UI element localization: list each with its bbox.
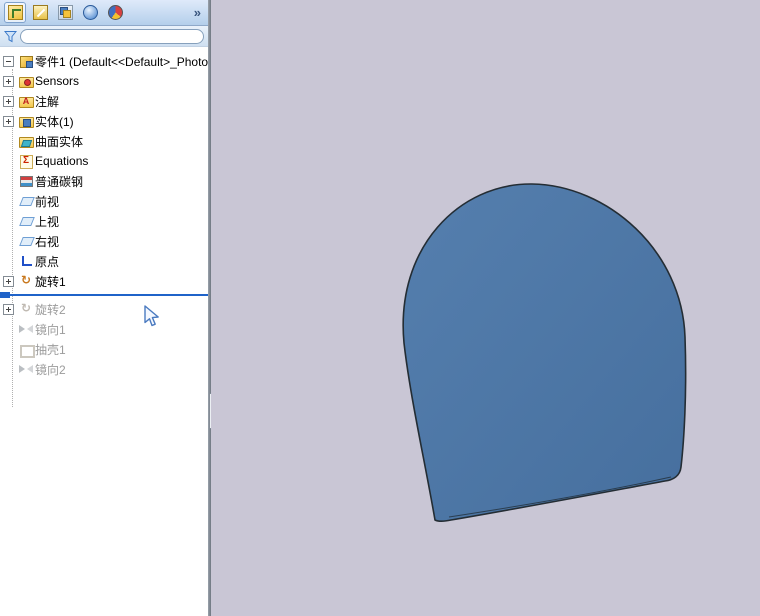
equations-icon — [18, 153, 34, 169]
expand-toggle[interactable] — [3, 75, 14, 87]
tree-item-label: 旋转2 — [35, 302, 66, 317]
shell-icon — [18, 341, 35, 358]
tree-item-label: 抽壳1 — [35, 342, 66, 357]
tree-item-label: 上视 — [35, 214, 60, 229]
feature-tree-icon — [7, 5, 23, 20]
tree-item-label: Sensors — [35, 74, 80, 88]
mirror-icon — [18, 321, 34, 337]
expand-toggle[interactable] — [3, 115, 14, 127]
tree-item-revolve[interactable]: 旋转1 — [0, 271, 208, 291]
part-icon — [18, 53, 34, 69]
tree-item-plane[interactable]: 右视 — [0, 231, 208, 251]
tree-item-origin[interactable]: 原点 — [0, 251, 208, 271]
tree-item-label: 镜向2 — [35, 362, 66, 377]
display-manager-pie-icon — [107, 5, 123, 20]
solidworks-window: » 零件1 (Default<<Default>_Photo Sensors 注解… — [0, 0, 760, 616]
tab-displaymanager[interactable] — [104, 2, 126, 23]
expand-toggle[interactable] — [3, 275, 14, 287]
plane-icon — [18, 233, 34, 249]
tree-item-label: 镜向1 — [35, 322, 66, 337]
tab-featuremanager-design-tree[interactable] — [4, 2, 26, 23]
graphics-viewport[interactable] — [211, 0, 760, 616]
manager-tab-bar: » — [0, 0, 208, 26]
configuration-manager-icon — [57, 5, 73, 20]
tree-item-surface-bodies[interactable]: 曲面实体 — [0, 131, 208, 151]
expand-toggle[interactable] — [3, 95, 14, 107]
tree-item-equations[interactable]: Equations — [0, 151, 208, 171]
tree-item-label: 注解 — [35, 94, 60, 109]
collapse-toggle[interactable] — [3, 55, 14, 67]
mirror-icon — [18, 361, 34, 377]
filter-funnel-icon — [4, 30, 17, 42]
revolve-icon — [18, 301, 34, 317]
tree-item-plane[interactable]: 上视 — [0, 211, 208, 231]
annotations-icon — [18, 93, 34, 109]
tree-item-label: 前视 — [35, 194, 60, 209]
tree-item-label: 实体(1) — [35, 114, 74, 129]
tab-configurationmanager[interactable] — [54, 2, 76, 23]
rollback-bar[interactable] — [0, 292, 208, 298]
tree-item-plane[interactable]: 前视 — [0, 191, 208, 211]
tree-item-label: 旋转1 — [35, 274, 66, 289]
revolve-icon — [18, 273, 34, 289]
dimxpert-manager-icon — [82, 5, 98, 20]
feature-manager-panel: » 零件1 (Default<<Default>_Photo Sensors 注解… — [0, 0, 208, 616]
tree-item-material[interactable]: 普通碳钢 — [0, 171, 208, 191]
tree-root-part[interactable]: 零件1 (Default<<Default>_Photo — [0, 51, 208, 71]
feature-tree-items: Sensors 注解实体(1) 曲面实体 Equations 普通碳钢前视上视右视原点旋… — [0, 71, 208, 379]
tree-item-label: 普通碳钢 — [35, 174, 84, 189]
model-canvas[interactable] — [211, 0, 760, 616]
sensors-icon — [18, 73, 34, 89]
feature-tree: 零件1 (Default<<Default>_Photo Sensors 注解实体… — [0, 47, 208, 407]
tree-filter-input[interactable] — [20, 28, 204, 44]
origin-icon — [18, 253, 34, 269]
tab-propertymanager[interactable] — [29, 2, 51, 23]
property-manager-icon — [32, 5, 48, 20]
tree-item-sensors[interactable]: Sensors — [0, 71, 208, 91]
tree-item-label: 零件1 (Default<<Default>_Photo — [35, 54, 208, 69]
plane-icon — [18, 213, 34, 229]
tab-dimxpertmanager[interactable] — [79, 2, 101, 23]
tree-item-label: 曲面实体 — [35, 134, 84, 149]
tree-item-mirror[interactable]: 镜向1 — [0, 319, 208, 339]
tree-item-mirror[interactable]: 镜向2 — [0, 359, 208, 379]
tree-item-label: Equations — [35, 154, 89, 168]
solid-bodies-icon — [18, 113, 34, 129]
tree-item-label: 右视 — [35, 234, 60, 249]
expand-toggle[interactable] — [3, 303, 14, 315]
toolbar-overflow-chevron[interactable]: » — [191, 5, 204, 20]
tree-filter-bar — [0, 26, 208, 47]
tree-item-solid-bodies[interactable]: 实体(1) — [0, 111, 208, 131]
tree-item-annotations[interactable]: 注解 — [0, 91, 208, 111]
surface-bodies-icon — [18, 133, 34, 149]
tree-item-shell[interactable]: 抽壳1 — [0, 339, 208, 359]
plane-icon — [18, 193, 34, 209]
dome-solid[interactable] — [402, 183, 687, 522]
tree-item-label: 原点 — [35, 254, 60, 269]
material-icon — [18, 173, 34, 189]
tree-item-revolve[interactable]: 旋转2 — [0, 299, 208, 319]
